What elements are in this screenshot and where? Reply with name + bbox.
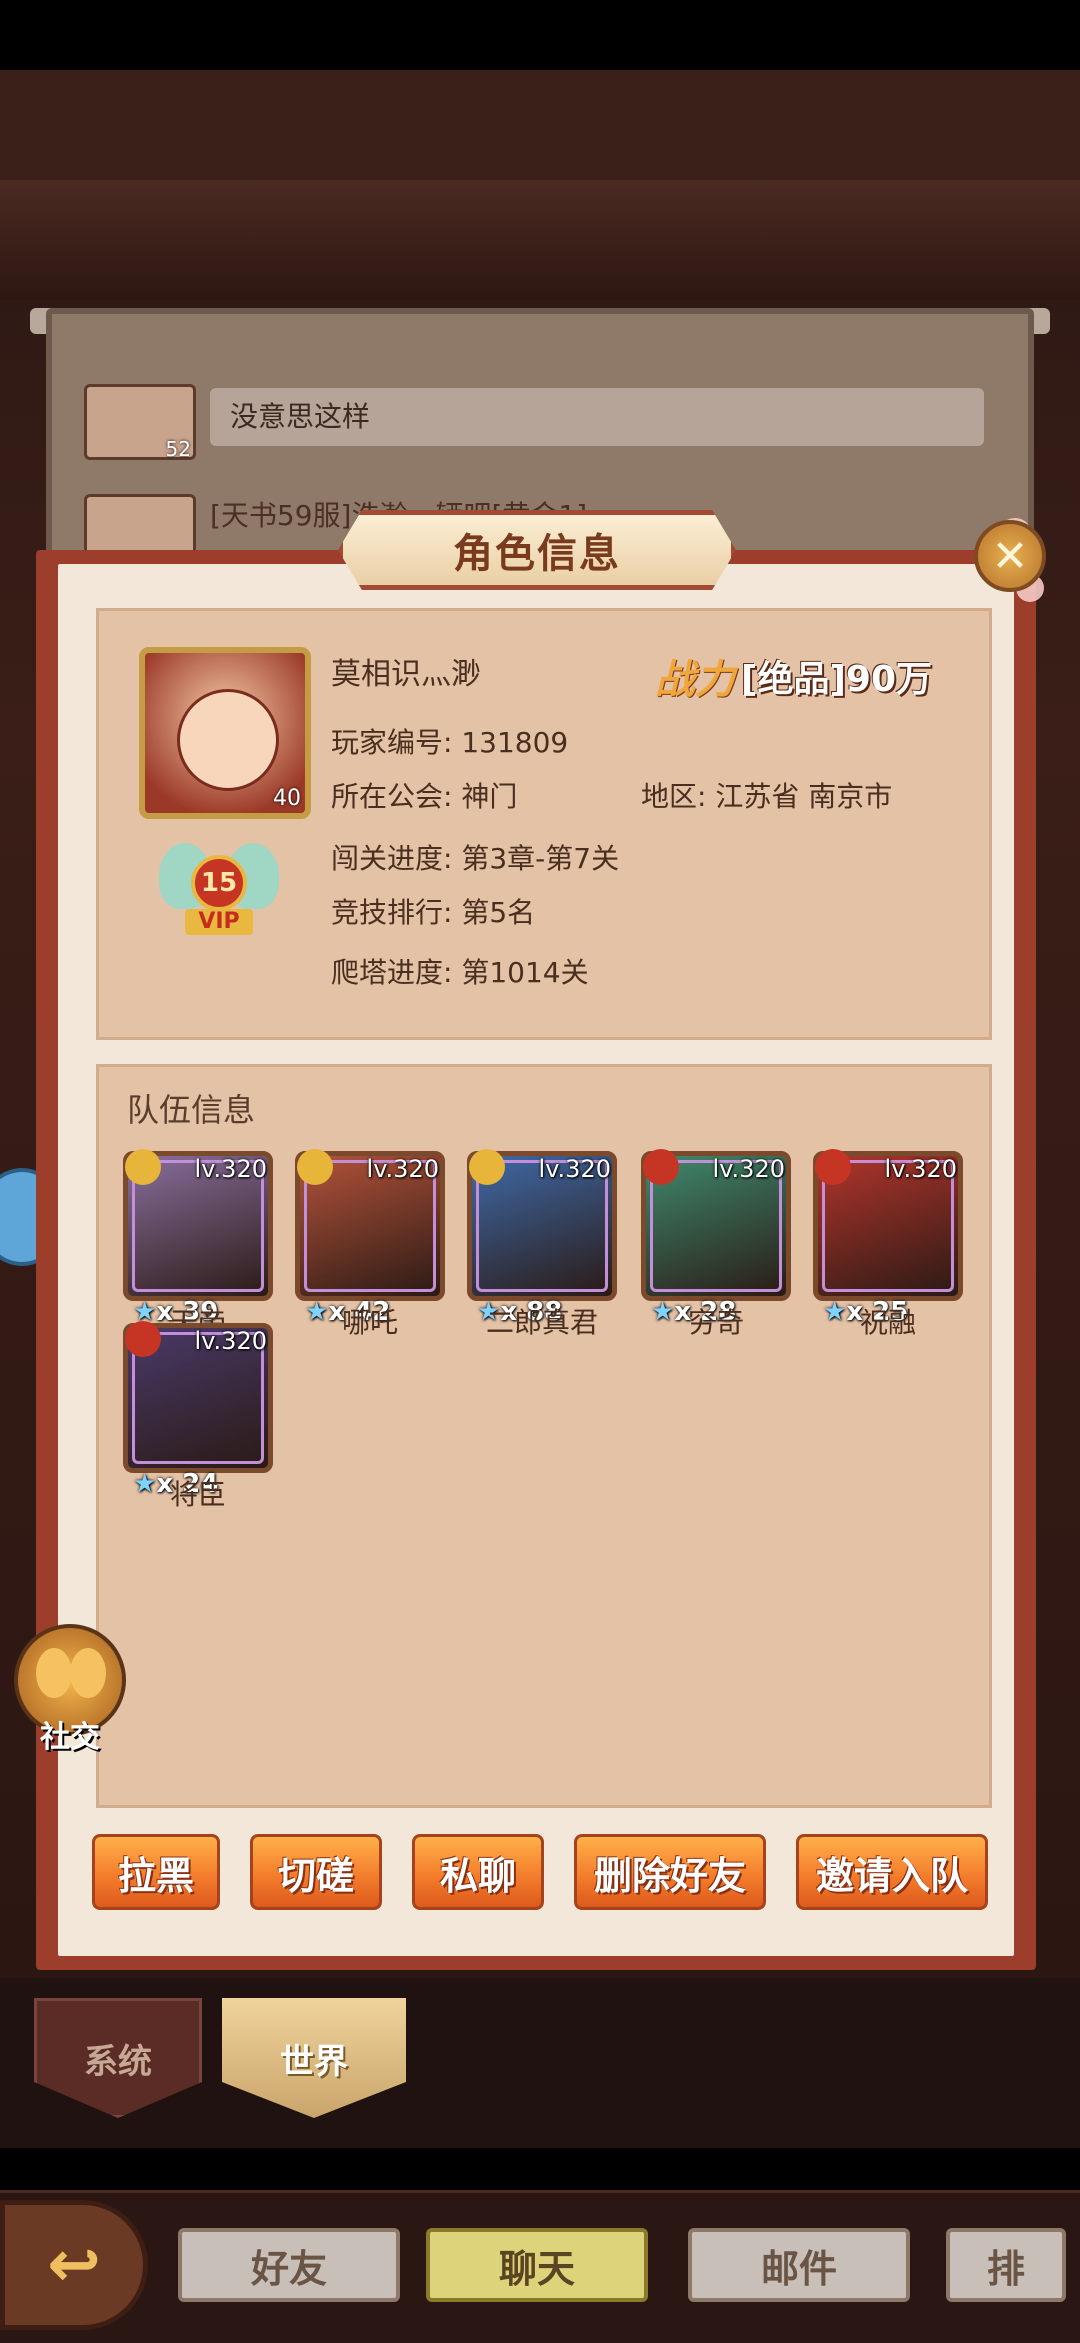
- dialog-title-banner: 角色信息: [338, 510, 736, 590]
- team-info-panel: 队伍信息 lv.320★x 39天帝lv.320★x 42哪吒lv.320★x …: [96, 1064, 992, 1808]
- hero-card[interactable]: lv.320 ★x 28 穷奇: [641, 1149, 791, 1339]
- duel-button[interactable]: 切磋: [250, 1834, 382, 1910]
- arena-rank: 竞技排行: 第5名: [331, 896, 536, 929]
- combat-power: 战力 [绝品]90万: [655, 647, 932, 705]
- player-id: 玩家编号: 131809: [331, 726, 569, 759]
- hero-name: 穷奇: [687, 1306, 744, 1339]
- social-figure: [36, 1648, 72, 1698]
- close-button[interactable]: ✕: [974, 520, 1046, 592]
- faction-icon: [297, 1149, 333, 1185]
- nav-rank[interactable]: 排: [946, 2228, 1066, 2302]
- chat-message[interactable]: 52 没意思这样: [84, 384, 984, 464]
- hero-name: 哪吒: [341, 1306, 398, 1339]
- tower-progress: 爬塔进度: 第1014关: [331, 956, 589, 989]
- hero-card[interactable]: lv.320 ★x 24 将臣: [123, 1321, 273, 1511]
- power-label: 战力: [655, 657, 735, 703]
- chat-avatar[interactable]: 52: [84, 384, 196, 461]
- hero-level: lv.320: [884, 1155, 957, 1183]
- hero-level: lv.320: [194, 1155, 267, 1183]
- nav-mail[interactable]: 邮件: [688, 2228, 910, 2302]
- invite-team-button[interactable]: 邀请入队: [796, 1834, 988, 1910]
- social-label: 社交: [40, 1720, 100, 1755]
- hero-name: 将臣: [169, 1478, 226, 1511]
- hero-card[interactable]: lv.320 ★x 88 二郎真君: [467, 1149, 617, 1339]
- faction-icon: [815, 1149, 851, 1185]
- nav-friends[interactable]: 好友: [178, 2228, 400, 2302]
- social-button[interactable]: 社交: [10, 1624, 130, 1764]
- player-region: 地区: 江苏省 南京市: [641, 780, 893, 813]
- hero-name: 二郎真君: [485, 1306, 598, 1339]
- faction-icon: [125, 1149, 161, 1185]
- top-bar: [0, 70, 1080, 182]
- faction-icon: [125, 1321, 161, 1357]
- role-info-dialog: 角色信息 ✕ 40 15 VIP 莫相识灬渺 战力 [绝品]90万 玩家编号: …: [36, 510, 1046, 1970]
- social-figure: [70, 1648, 106, 1698]
- vip-badge: 15 VIP: [159, 837, 279, 947]
- hero-level: lv.320: [712, 1155, 785, 1183]
- vip-label: VIP: [185, 909, 253, 935]
- hero-level: lv.320: [366, 1155, 439, 1183]
- vip-level: 15: [191, 855, 247, 911]
- hero-name: 祝融: [859, 1306, 916, 1339]
- chat-avatar-level: 52: [165, 437, 191, 461]
- team-title: 队伍信息: [127, 1091, 256, 1129]
- hero-level: lv.320: [194, 1327, 267, 1355]
- faction-icon: [469, 1149, 505, 1185]
- hero-card[interactable]: lv.320 ★x 25 祝融: [813, 1149, 963, 1339]
- dialog-title: 角色信息: [453, 531, 621, 577]
- back-button[interactable]: ↩: [0, 2200, 148, 2330]
- delete-friend-button[interactable]: 删除好友: [574, 1834, 766, 1910]
- block-button[interactable]: 拉黑: [92, 1834, 220, 1910]
- close-icon: ✕: [991, 530, 1029, 582]
- player-guild: 所在公会: 神门: [331, 780, 518, 813]
- faction-icon: [643, 1149, 679, 1185]
- chat-message-text: 没意思这样: [210, 388, 984, 446]
- nav-chat[interactable]: 聊天: [426, 2228, 648, 2302]
- hero-card[interactable]: lv.320 ★x 42 哪吒: [295, 1149, 445, 1339]
- player-name: 莫相识灬渺: [331, 657, 481, 692]
- avatar-level: 40: [273, 786, 301, 811]
- back-arrow-icon: ↩: [47, 2228, 101, 2302]
- player-avatar: 40: [139, 647, 311, 819]
- stage-progress: 闯关进度: 第3章-第7关: [331, 842, 620, 875]
- avatar-face: [177, 689, 279, 791]
- player-info-panel: 40 15 VIP 莫相识灬渺 战力 [绝品]90万 玩家编号: 131809 …: [96, 608, 992, 1040]
- hero-level: lv.320: [538, 1155, 611, 1183]
- power-value: [绝品]90万: [741, 659, 933, 700]
- hero-card[interactable]: lv.320★x 39天帝: [123, 1149, 273, 1339]
- private-chat-button[interactable]: 私聊: [412, 1834, 544, 1910]
